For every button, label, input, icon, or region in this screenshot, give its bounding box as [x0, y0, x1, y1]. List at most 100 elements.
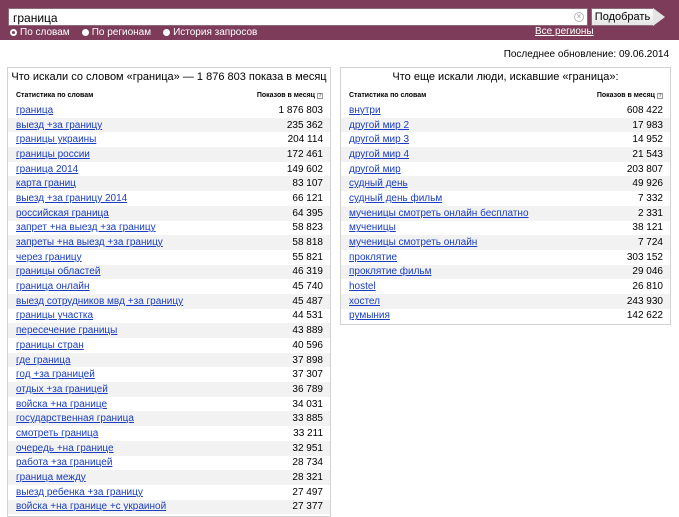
shows-count: 83 107: [292, 178, 323, 190]
table-row: войска +на границе +с украиной 27 377: [8, 499, 330, 515]
table-header: Статистика по словам Показов в месяц?: [8, 90, 330, 101]
words-panel: Что искали со словом «граница» — 1 876 8…: [7, 67, 331, 517]
query-link[interactable]: границы украины: [16, 134, 96, 145]
shows-count: 45 487: [292, 295, 323, 307]
radio-icon[interactable]: [81, 29, 89, 36]
query-link[interactable]: очередь +на границе: [16, 443, 114, 454]
table-row: граница 2014 149 602: [8, 162, 330, 177]
query-link[interactable]: другой мир 4: [349, 149, 409, 160]
table-row: другой мир 3 14 952: [341, 132, 670, 147]
search-header: × Подобрать По словам По регионам Истори…: [0, 0, 679, 40]
shows-count: 32 951: [292, 442, 323, 454]
table-row: пересечение границы 43 889: [8, 323, 330, 338]
query-link[interactable]: выезд +за границу 2014: [16, 193, 127, 204]
shows-count: 243 930: [626, 295, 663, 307]
table-row: очередь +на границе 32 951: [8, 440, 330, 456]
table-row: выезд сотрудников мвд +за границу 45 487: [8, 293, 330, 309]
query-link[interactable]: выезд ребенка +за границу: [16, 487, 143, 498]
query-link[interactable]: карта границ: [16, 178, 76, 189]
shows-count: 21 543: [632, 148, 663, 160]
query-link[interactable]: границы областей: [16, 266, 100, 277]
query-link[interactable]: hostel: [349, 281, 376, 292]
query-link[interactable]: проклятие: [349, 252, 397, 263]
query-link[interactable]: румыния: [349, 310, 390, 321]
shows-count: 33 211: [293, 427, 323, 439]
shows-count: 44 531: [292, 310, 323, 322]
query-link[interactable]: год +за границей: [16, 369, 95, 380]
query-link[interactable]: государственная граница: [16, 413, 134, 424]
query-link[interactable]: другой мир 3: [349, 134, 409, 145]
query-link[interactable]: мученицы смотреть онлайн бесплатно: [349, 208, 529, 219]
all-regions-link[interactable]: Все регионы: [535, 26, 594, 37]
last-updated: Последнее обновление: 09.06.2014: [503, 49, 669, 60]
search-input[interactable]: [9, 10, 569, 26]
query-link[interactable]: границы участка: [16, 310, 93, 321]
related-table: внутри 608 422 другой мир 2 17 983 другой ми…: [341, 103, 670, 323]
query-link[interactable]: судный день: [349, 178, 408, 189]
shows-count: 149 602: [286, 163, 323, 175]
submit-button[interactable]: Подобрать: [591, 8, 654, 26]
query-link[interactable]: внутри: [349, 105, 381, 116]
tab-label: По регионам: [91, 27, 152, 38]
query-link[interactable]: войска +на границе +с украиной: [16, 501, 166, 512]
query-link[interactable]: граница между: [16, 472, 86, 483]
words-table: граница 1 876 803 выезд +за границу 235 362…: [8, 103, 330, 515]
query-link[interactable]: хостел: [349, 296, 380, 307]
query-link[interactable]: другой мир 2: [349, 120, 409, 131]
table-row: войска +на границе 34 031: [8, 397, 330, 412]
query-link[interactable]: смотреть граница: [16, 428, 98, 439]
query-link[interactable]: войска +на границе: [16, 399, 107, 410]
query-link[interactable]: судный день фильм: [349, 193, 442, 204]
query-link[interactable]: границы россии: [16, 149, 90, 160]
radio-icon[interactable]: [163, 29, 171, 36]
tab-label: История запросов: [173, 27, 258, 38]
table-row: другой мир 2 17 983: [341, 117, 670, 133]
table-row: границы участка 44 531: [8, 309, 330, 324]
query-link[interactable]: мученицы смотреть онлайн: [349, 237, 477, 248]
query-link[interactable]: проклятие фильм: [349, 266, 432, 277]
table-row: мученицы смотреть онлайн 7 724: [341, 235, 670, 250]
tab-history[interactable]: История запросов: [163, 27, 257, 38]
table-row: смотреть граница 33 211: [8, 426, 330, 441]
column-header-stat: Статистика по словам: [16, 92, 94, 99]
column-header-shows: Показов в месяц: [596, 92, 655, 99]
tab-by-words[interactable]: По словам: [10, 27, 70, 38]
query-link[interactable]: выезд сотрудников мвд +за границу: [16, 296, 183, 307]
table-row: работа +за границей 28 734: [8, 456, 330, 471]
mode-tabs: По словам По регионам История запросов: [10, 26, 269, 39]
query-link[interactable]: запрет +на выезд +за границу: [16, 222, 156, 233]
query-link[interactable]: пересечение границы: [16, 325, 117, 336]
query-link[interactable]: граница: [16, 105, 53, 116]
shows-count: 37 898: [292, 354, 323, 366]
clear-icon[interactable]: ×: [574, 12, 584, 22]
table-row: выезд ребенка +за границу 27 497: [8, 485, 330, 500]
radio-selected-icon[interactable]: [10, 29, 17, 36]
query-link[interactable]: другой мир: [349, 164, 401, 175]
query-link[interactable]: запреты +на выезд +за границу: [16, 237, 163, 248]
query-link[interactable]: границы стран: [16, 340, 84, 351]
table-row: граница между 28 321: [8, 470, 330, 485]
table-row: румыния 142 622: [341, 309, 670, 324]
query-link[interactable]: граница онлайн: [16, 281, 90, 292]
shows-count: 1 876 803: [278, 104, 324, 116]
shows-count: 58 823: [292, 222, 323, 234]
help-icon[interactable]: ?: [657, 92, 663, 99]
shows-count: 36 789: [292, 383, 323, 395]
shows-count: 45 740: [292, 281, 323, 293]
table-row: hostel 26 810: [341, 279, 670, 294]
query-link[interactable]: где граница: [16, 355, 71, 366]
query-link[interactable]: мученицы: [349, 222, 396, 233]
query-link[interactable]: отдых +за границей: [16, 384, 108, 395]
shows-count: 27 377: [292, 501, 323, 513]
query-link[interactable]: через границу: [16, 252, 82, 263]
query-link[interactable]: российская граница: [16, 208, 109, 219]
table-row: проклятие фильм 29 046: [341, 264, 670, 280]
tab-by-regions[interactable]: По регионам: [81, 27, 152, 38]
shows-count: 7 332: [637, 192, 663, 204]
table-row: год +за границей 37 307: [8, 367, 330, 382]
table-row: запрет +на выезд +за границу 58 823: [8, 221, 330, 236]
query-link[interactable]: работа +за границей: [16, 457, 112, 468]
help-icon[interactable]: ?: [317, 92, 323, 99]
query-link[interactable]: граница 2014: [16, 164, 78, 175]
query-link[interactable]: выезд +за границу: [16, 120, 102, 131]
